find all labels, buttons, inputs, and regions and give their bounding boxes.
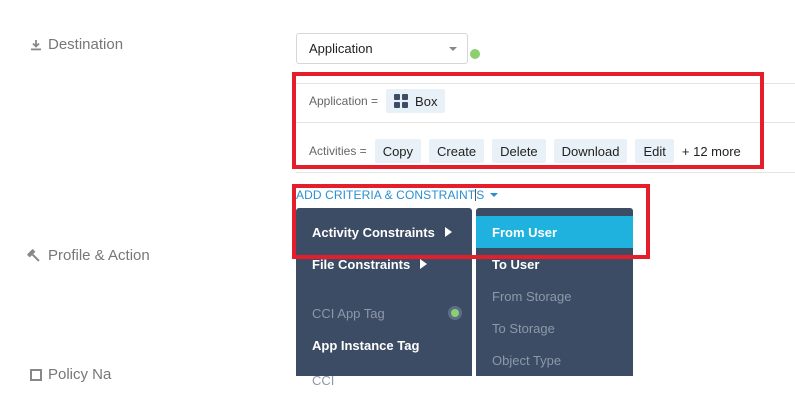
highlight-box [292,72,764,169]
divider [296,172,795,173]
destination-select-value: Application [309,41,373,56]
menu-item-cci[interactable]: CCI [296,364,472,396]
highlight-box [292,184,650,259]
chevron-right-icon [420,259,428,269]
section-label-destination: Destination [30,36,123,53]
status-dot-icon [448,306,462,320]
section-label-profile-action-text: Profile & Action [48,247,150,264]
submenu-item-from-storage[interactable]: From Storage [476,280,633,312]
section-label-destination-text: Destination [48,36,124,53]
download-icon [31,39,41,50]
chevron-down-icon [449,47,457,51]
submenu-item-to-storage[interactable]: To Storage [476,312,633,344]
section-label-policy-name-text: Policy Na [48,366,112,383]
destination-select[interactable]: Application [296,33,468,64]
submenu-item-object-type[interactable]: Object Type [476,344,633,376]
section-label-policy-name: Policy Na [30,366,111,383]
gavel-icon [26,248,40,262]
menu-item-app-instance-tag[interactable]: App Instance Tag [296,329,472,361]
menu-item-cci-app-tag[interactable]: CCI App Tag [296,297,472,329]
status-dot-icon [470,49,480,59]
tag-icon [30,368,42,381]
section-label-profile-action: Profile & Action [26,247,150,264]
